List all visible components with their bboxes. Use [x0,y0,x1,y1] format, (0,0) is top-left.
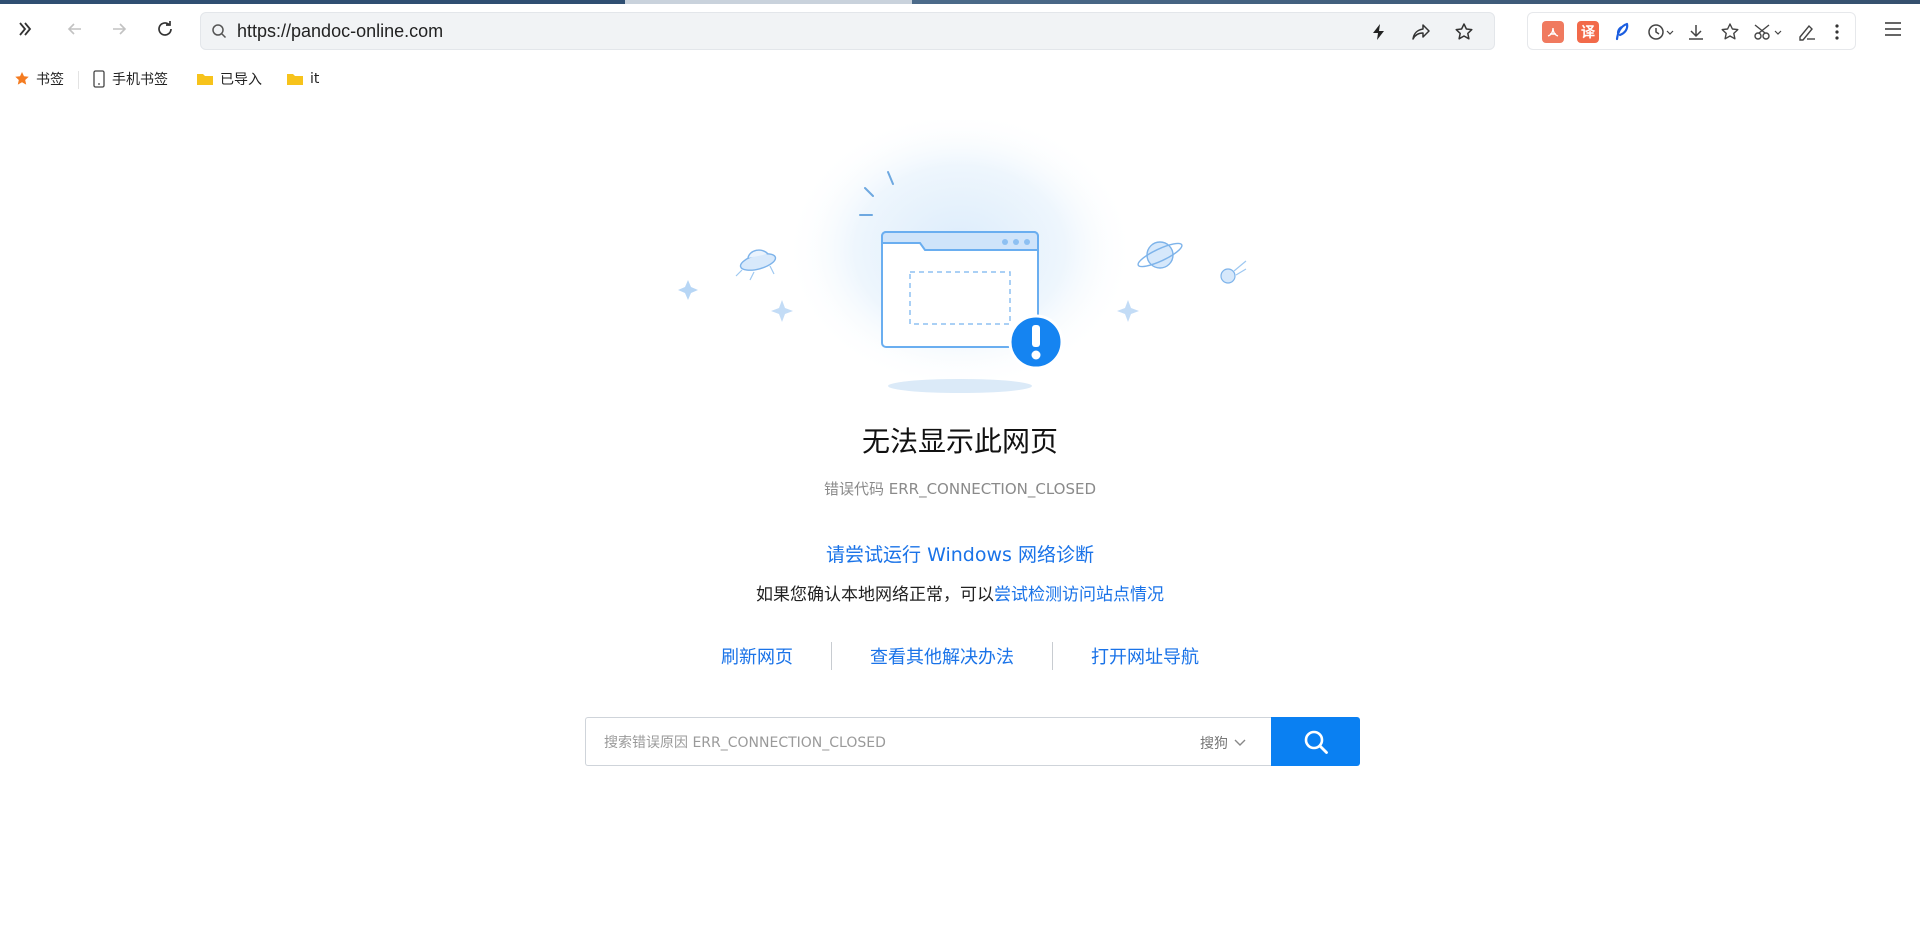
extensions-bar: 译 [1527,12,1856,50]
reload-icon [158,21,172,36]
confirm-text: 如果您确认本地网络正常，可以 [756,585,994,605]
windows-diagnostics-row: 请尝试运行 Windows 网络诊断 [0,540,1920,567]
download-icon[interactable] [1685,21,1707,43]
comet-icon [1220,260,1247,284]
bookmark-item-bookmarks[interactable]: 书签 [14,68,64,90]
translate-icon[interactable]: 译 [1577,21,1599,43]
chevron-down-icon [1234,739,1246,746]
lightning-icon [1373,24,1384,40]
sign-icon[interactable] [1796,21,1818,43]
bookmark-label: 书签 [36,72,64,88]
bookmark-divider [78,71,79,89]
url-text[interactable]: https://pandoc-online.com [237,21,443,41]
refresh-page-link[interactable]: 刷新网页 [683,643,831,669]
main-menu-button[interactable] [1878,14,1908,44]
check-site-link[interactable]: 尝试检测访问站点情况 [994,585,1164,605]
error-code: 错误代码 ERR_CONNECTION_CLOSED [823,480,1097,498]
search-button[interactable] [1271,717,1360,766]
bookmark-label: 已导入 [220,72,262,88]
open-navigation-link[interactable]: 打开网址导航 [1053,643,1237,669]
search-engine-label: 搜狗 [1200,736,1228,752]
error-actions: 刷新网页 查看其他解决办法 打开网址导航 [0,642,1920,670]
windows-diagnostics-link[interactable]: 请尝试运行 Windows 网络诊断 [826,544,1094,566]
search-icon [1304,730,1328,754]
error-illustration [678,120,1247,393]
shadow-ellipse [888,379,1032,393]
exclamation-alert-icon [1008,314,1064,370]
forward-button[interactable] [104,14,134,44]
bookmark-label: 手机书签 [112,72,168,88]
bookmark-item-mobile[interactable]: 手机书签 [92,68,168,90]
bookmark-label: it [310,71,320,87]
history-icon[interactable] [1645,21,1675,43]
arrow-left-icon [67,23,81,35]
sidebar-toggle-button[interactable] [10,14,40,44]
back-button[interactable] [60,14,90,44]
double-chevron-right-icon [19,22,32,36]
address-bar[interactable]: https://pandoc-online.com [200,12,1495,50]
phone-icon [93,70,105,88]
favorites-icon[interactable] [1719,21,1741,43]
bookmark-star-button[interactable] [1451,19,1477,45]
feather-icon[interactable] [1611,21,1633,43]
star-outline-icon [1455,23,1473,40]
bookmarks-bar: 书签 手机书签 已导入 it [0,60,1920,98]
confirm-network-row: 如果您确认本地网络正常，可以尝试检测访问站点情况 [0,580,1920,605]
search-input[interactable] [602,731,1166,755]
other-solutions-link[interactable]: 查看其他解决办法 [832,643,1052,669]
ufo-icon [735,249,777,281]
arrow-right-icon [113,23,127,35]
share-button[interactable] [1408,19,1434,45]
more-icon[interactable] [1826,21,1848,43]
error-title: 无法显示此网页 [861,425,1058,458]
bookmark-item-it[interactable]: it [286,68,319,90]
error-search-box: 搜狗 [585,717,1360,766]
scissors-icon[interactable] [1752,21,1784,43]
search-engine-select[interactable]: 搜狗 [1200,733,1246,753]
speed-mode-button[interactable] [1366,19,1392,45]
bookmark-item-imported[interactable]: 已导入 [196,68,262,90]
folder-icon [287,74,303,85]
folder-icon [197,74,213,85]
hamburger-menu-icon [1885,22,1901,36]
reload-button[interactable] [150,14,180,44]
sparkle-icon [678,280,698,300]
planet-icon [1137,241,1183,269]
pdf-icon[interactable] [1542,21,1564,43]
search-icon [212,24,227,39]
browser-toolbar: https://pandoc-online.com 译 [0,4,1920,56]
star-icon [15,72,29,85]
share-icon [1412,24,1430,40]
sparkle-icon [771,300,793,322]
search-field-container: 搜狗 [585,717,1271,766]
